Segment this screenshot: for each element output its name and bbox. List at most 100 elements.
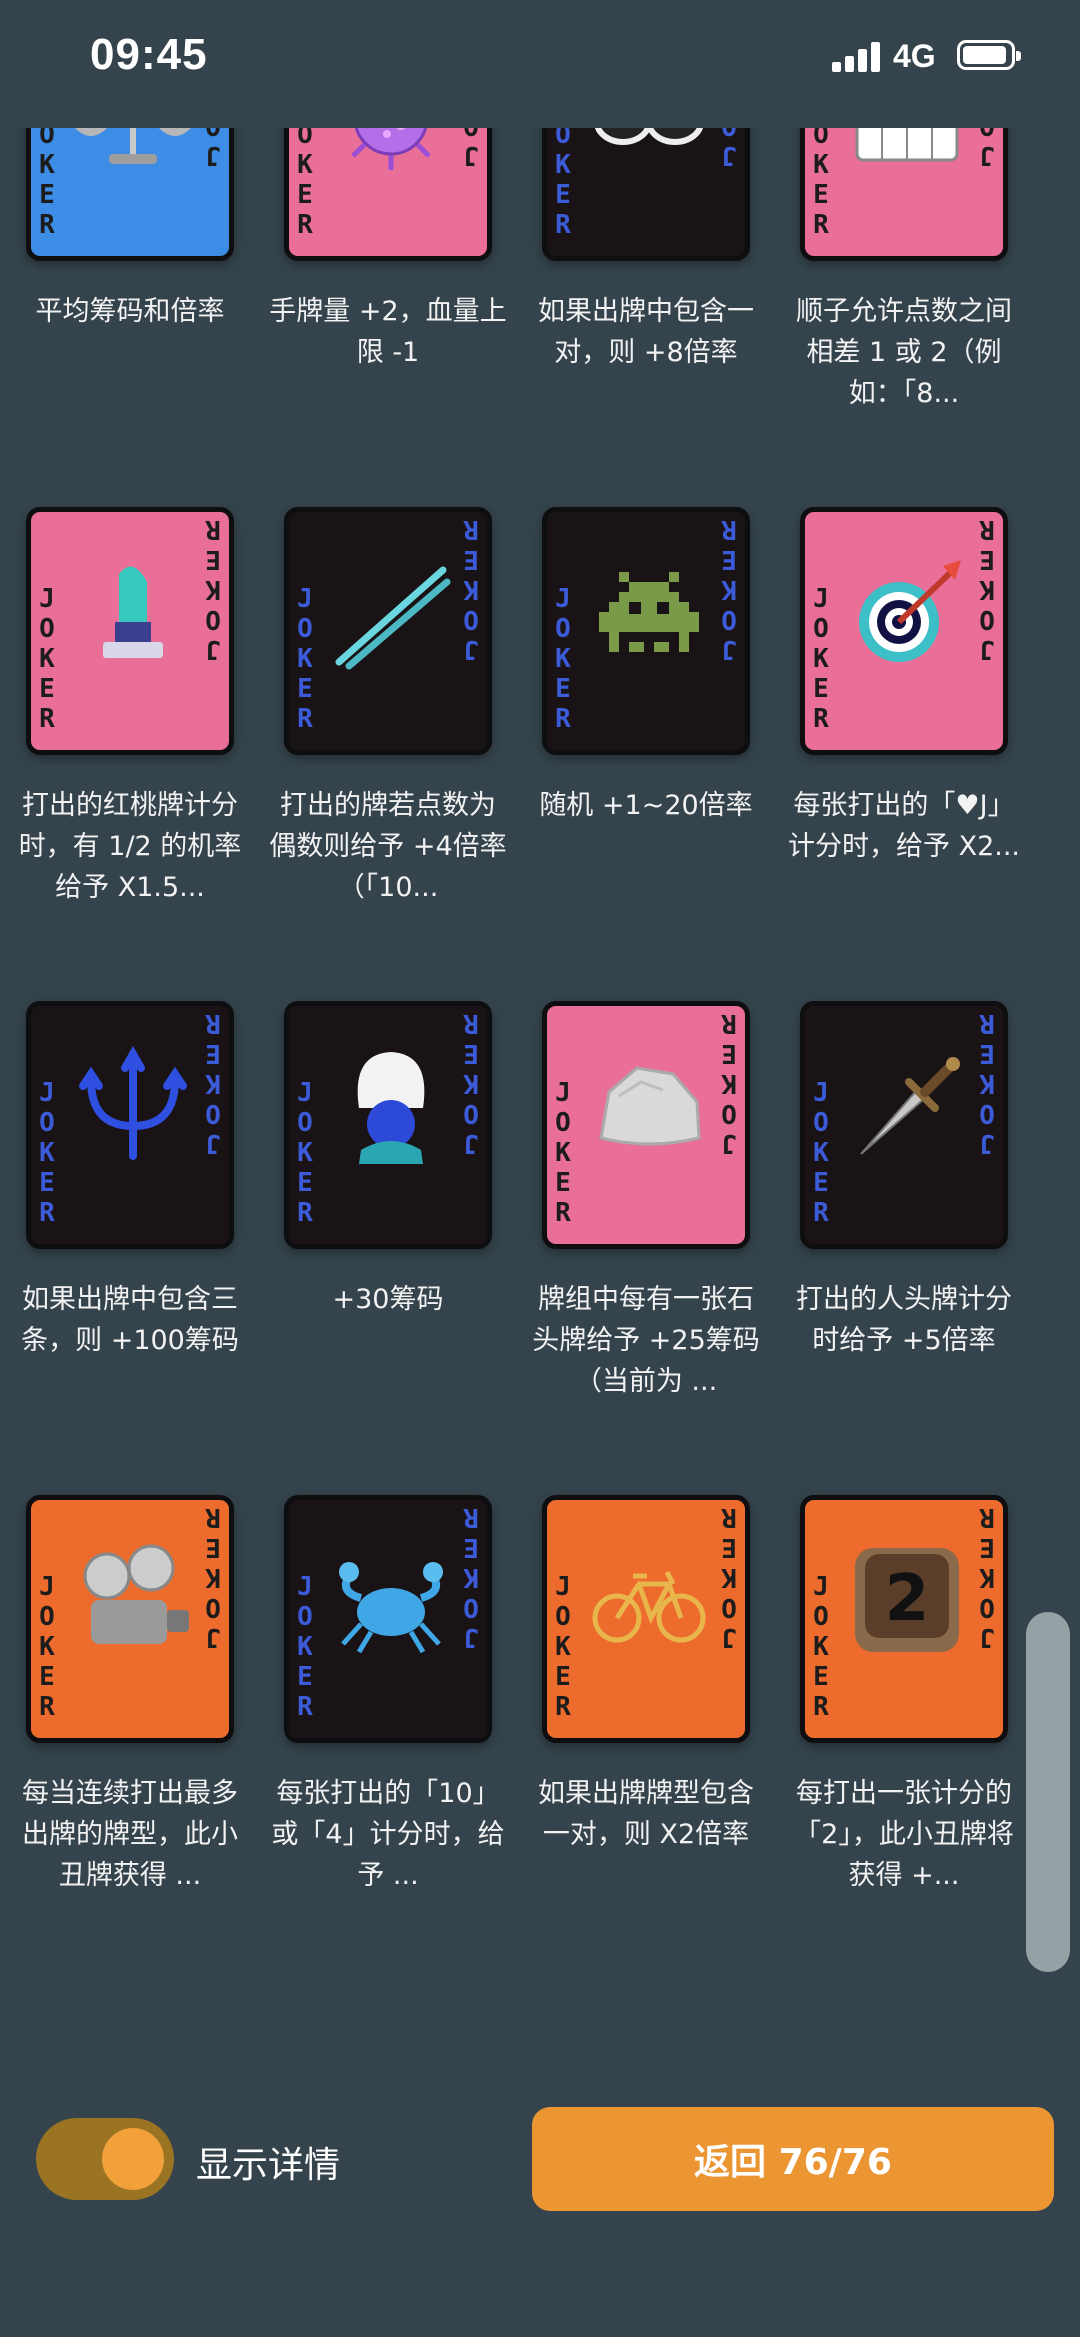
joker-card[interactable]: JOKER JOKER — [26, 128, 234, 261]
joker-card-item[interactable]: J O K E R J O K E R 打出的人头牌计分时给予 +5倍率 — [774, 1001, 1034, 1496]
joker-description: 牌组中每有一张石头牌给予 +25筹码（当前为 ... — [532, 1284, 760, 1397]
piano-icon — [847, 128, 967, 178]
joker-card[interactable]: JOKER JOKER — [284, 1495, 492, 1743]
guard-icon — [331, 1046, 451, 1166]
network-type: 4G — [893, 38, 936, 74]
crab-icon — [331, 1540, 451, 1660]
joker-text-right: JOKER — [463, 128, 479, 170]
dagger-icon — [847, 1046, 967, 1166]
joker-description: 每当连续打出最多出牌的牌型，此小丑牌获得 ... — [22, 1778, 238, 1891]
battery-icon — [957, 40, 1021, 70]
joker-card-item[interactable]: J O K E R J O K E R 牌组中每有一张石头牌给予 +25筹码（当前为 ... — [516, 1001, 776, 1496]
signal-icon — [832, 42, 882, 72]
bicycle-icon — [589, 1540, 709, 1660]
joker-text-left: JOKER — [297, 128, 313, 240]
joker-description: 如果出牌牌型包含一对，则 X2倍率 — [538, 1778, 754, 1850]
joker-card[interactable]: JOKER JOKER — [284, 128, 492, 261]
joker-text-right: JOKER — [721, 514, 737, 664]
joker-text-right: JOKER — [463, 1008, 479, 1158]
joker-card-item[interactable]: J O K E R J O K E R 打出的牌若点数为偶数则给予 +4倍率（「10... — [258, 507, 518, 1002]
joker-text-left: JOKER — [555, 1078, 571, 1228]
joker-description: 手牌量 +2，血量上限 -1 — [269, 296, 507, 368]
joker-text-right: JOKER — [979, 1502, 995, 1652]
joker-card-item[interactable]: J O K E R J O K E R 如果出牌牌型包含一对，则 X2倍率 — [516, 1495, 776, 1990]
status-bar: 09:45 4G — [0, 0, 1080, 120]
toggle-knob — [102, 2128, 164, 2190]
joker-text-left: JOKER — [39, 1078, 55, 1228]
joker-description: 打出的红桃牌计分时，有 1/2 的机率给予 X1.5... — [18, 790, 242, 903]
joker-card-item[interactable]: J O K E R J O K E R 每当连续打出最多出牌的牌型，此小丑牌获得 ... — [0, 1495, 260, 1990]
joker-card-item[interactable]: J O K E R J O K E R 如果出牌中包含三条，则 +100筹码 — [0, 1001, 260, 1496]
joker-card[interactable]: JOKER JOKER — [284, 507, 492, 755]
joker-description: 随机 +1~20倍率 — [539, 790, 753, 821]
joker-text-left: JOKER — [813, 128, 829, 240]
joker-text-right: JOKER — [463, 1502, 479, 1652]
joker-card[interactable]: JOKER JOKER — [800, 1001, 1008, 1249]
joker-description: 顺子允许点数之间相差 1 或 2（例如：「8... — [796, 296, 1012, 409]
joker-card[interactable]: JOKER JOKER — [542, 507, 750, 755]
virus-icon — [331, 128, 451, 178]
joker-description: 打出的牌若点数为偶数则给予 +4倍率（「10... — [269, 790, 507, 903]
joker-card-item[interactable]: J O K E R J O K E R +30筹码 — [258, 1001, 518, 1496]
joker-card[interactable]: JOKER JOKER — [284, 1001, 492, 1249]
joker-text-right: JOKER — [205, 128, 221, 170]
joker-text-right: JOKER — [205, 1502, 221, 1652]
sunglasses-icon — [589, 128, 709, 178]
joker-text-right: JOKER — [205, 1008, 221, 1158]
joker-text-left: JOKER — [297, 1572, 313, 1722]
chopsticks-icon — [331, 552, 451, 672]
joker-description: 平均筹码和倍率 — [35, 296, 225, 327]
joker-text-left: JOKER — [555, 128, 571, 240]
joker-card[interactable]: JOKER JOKER — [542, 128, 750, 261]
joker-grid: JOKER JOKER 平均筹码和倍率 JOKER JOKER 手牌量 +2，血量上限 -… — [0, 128, 1040, 2083]
trident-icon — [73, 1045, 193, 1166]
joker-description: 如果出牌中包含三条，则 +100筹码 — [21, 1284, 239, 1356]
joker-text-right: JOKER — [721, 128, 737, 170]
joker-card-item[interactable]: JOKER JOKER 手牌量 +2，血量上限 -1 — [258, 128, 518, 508]
show-details-toggle[interactable] — [36, 2118, 174, 2200]
back-button[interactable]: 返回 76/76 — [532, 2107, 1054, 2211]
joker-text-right: JOKER — [205, 514, 221, 664]
keycap-2-icon: 2 — [847, 1540, 967, 1660]
joker-description: 每张打出的「10」或「4」计分时，给予 ... — [271, 1778, 505, 1891]
joker-card[interactable]: JOKER JOKER — [542, 1001, 750, 1249]
scrollbar[interactable] — [1026, 1612, 1070, 1972]
joker-description: 打出的人头牌计分时给予 +5倍率 — [796, 1284, 1012, 1356]
rock-icon — [589, 1046, 709, 1166]
joker-card[interactable]: JOKER JOKER — [800, 128, 1008, 261]
joker-card[interactable]: JOKER JOKER 2 — [800, 1495, 1008, 1743]
joker-card-item[interactable]: J O K E R J O K E R 2 每打出一张计分的「2」，此小丑牌将获得 +... — [774, 1495, 1034, 1990]
svg-text:2: 2 — [885, 1562, 930, 1636]
joker-card-item[interactable]: J O K E R J O K E R 随机 +1~20倍率 — [516, 507, 776, 1002]
joker-text-right: JOKER — [463, 514, 479, 664]
joker-text-left: JOKER — [297, 584, 313, 734]
joker-text-left: JOKER — [813, 584, 829, 734]
joker-text-right: JOKER — [721, 1008, 737, 1158]
joker-card-item[interactable]: J O K E R J O K E R 打出的红桃牌计分时，有 1/2 的机率给予 X1.5... — [0, 507, 260, 1002]
joker-card-item[interactable]: JOKER JOKER 如果出牌中包含一对，则 +8倍率 — [516, 128, 776, 508]
status-time: 09:45 — [90, 30, 208, 79]
joker-text-right: JOKER — [979, 1008, 995, 1158]
joker-text-right: JOKER — [979, 514, 995, 664]
joker-description: +30筹码 — [332, 1284, 444, 1315]
joker-card-item[interactable]: J O K E R J O K E R 每张打出的「10」或「4」计分时，给予 ... — [258, 1495, 518, 1990]
joker-card[interactable]: JOKER JOKER — [26, 1001, 234, 1249]
scales-icon — [73, 128, 193, 178]
joker-text-left: JOKER — [297, 1078, 313, 1228]
joker-card[interactable]: JOKER JOKER — [26, 507, 234, 755]
lipstick-icon — [73, 552, 193, 672]
joker-text-left: JOKER — [39, 584, 55, 734]
joker-card[interactable]: JOKER JOKER — [26, 1495, 234, 1743]
joker-text-right: JOKER — [721, 1502, 737, 1652]
joker-description: 每打出一张计分的「2」，此小丑牌将获得 +... — [794, 1778, 1014, 1891]
joker-text-left: JOKER — [813, 1572, 829, 1722]
joker-card[interactable]: JOKER JOKER — [800, 507, 1008, 755]
joker-text-left: JOKER — [39, 1572, 55, 1722]
joker-description: 每张打出的「♥J」计分时，给予 X2... — [787, 790, 1020, 862]
joker-text-left: JOKER — [813, 1078, 829, 1228]
joker-description: 如果出牌中包含一对，则 +8倍率 — [538, 296, 754, 368]
joker-card-item[interactable]: JOKER JOKER 平均筹码和倍率 — [0, 128, 260, 508]
joker-card-item[interactable]: JOKER JOKER 顺子允许点数之间相差 1 或 2（例如：「8... — [774, 128, 1034, 508]
joker-card[interactable]: JOKER JOKER — [542, 1495, 750, 1743]
joker-card-item[interactable]: J O K E R J O K E R 每张打出的「♥J」计分时，给予 X2... — [774, 507, 1034, 1002]
